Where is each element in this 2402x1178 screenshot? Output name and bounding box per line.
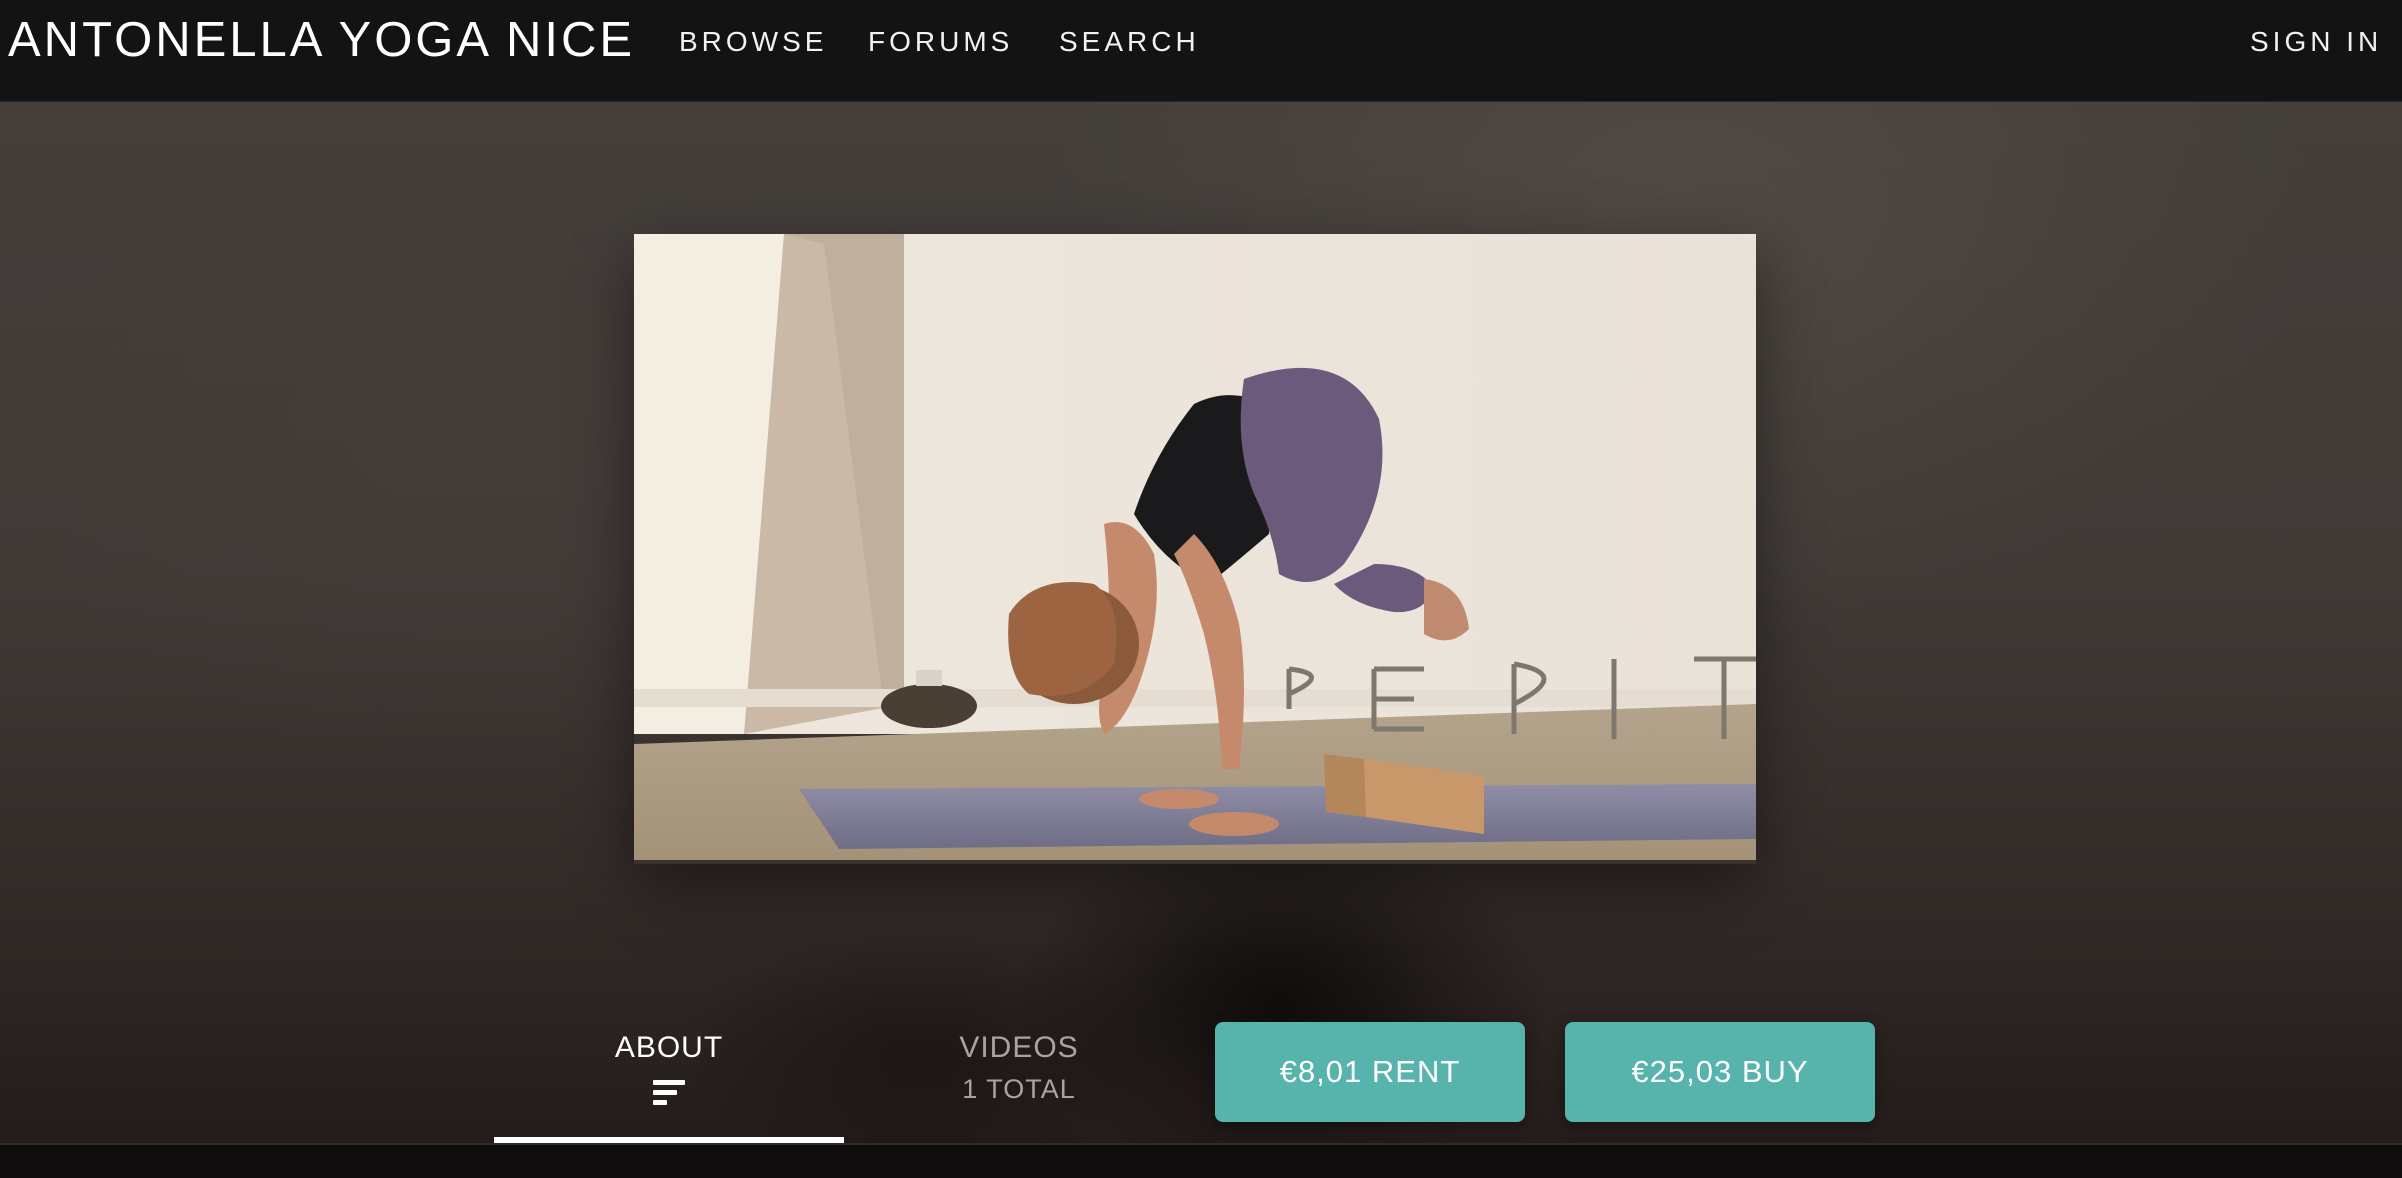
page-content-area (0, 1145, 2402, 1178)
tab-about-label: ABOUT (614, 1031, 724, 1064)
sign-in-link[interactable]: SIGN IN (2250, 22, 2382, 62)
nav-forums-link[interactable]: FORUMS (868, 22, 1013, 62)
nav-browse-link[interactable]: BROWSE (679, 22, 827, 62)
tab-about[interactable]: ABOUT (494, 1030, 844, 1144)
videos-total-count: 1 TOTAL (962, 1074, 1076, 1104)
nav-search-link[interactable]: SEARCH (1059, 22, 1200, 62)
video-thumbnail[interactable] (634, 234, 1756, 864)
site-brand-logo[interactable]: ANTONELLA YOGA NICE (8, 10, 635, 70)
text-lines-icon (653, 1080, 685, 1105)
rent-button[interactable]: €8,01 RENT (1215, 1022, 1525, 1122)
yoga-crow-pose-image (634, 234, 1756, 864)
buy-button[interactable]: €25,03 BUY (1565, 1022, 1875, 1122)
tab-videos[interactable]: VIDEOS 1 TOTAL (844, 1030, 1194, 1144)
top-navigation-bar: ANTONELLA YOGA NICE BROWSE FORUMS SEARCH… (0, 0, 2402, 102)
tab-videos-label: VIDEOS (959, 1031, 1079, 1064)
